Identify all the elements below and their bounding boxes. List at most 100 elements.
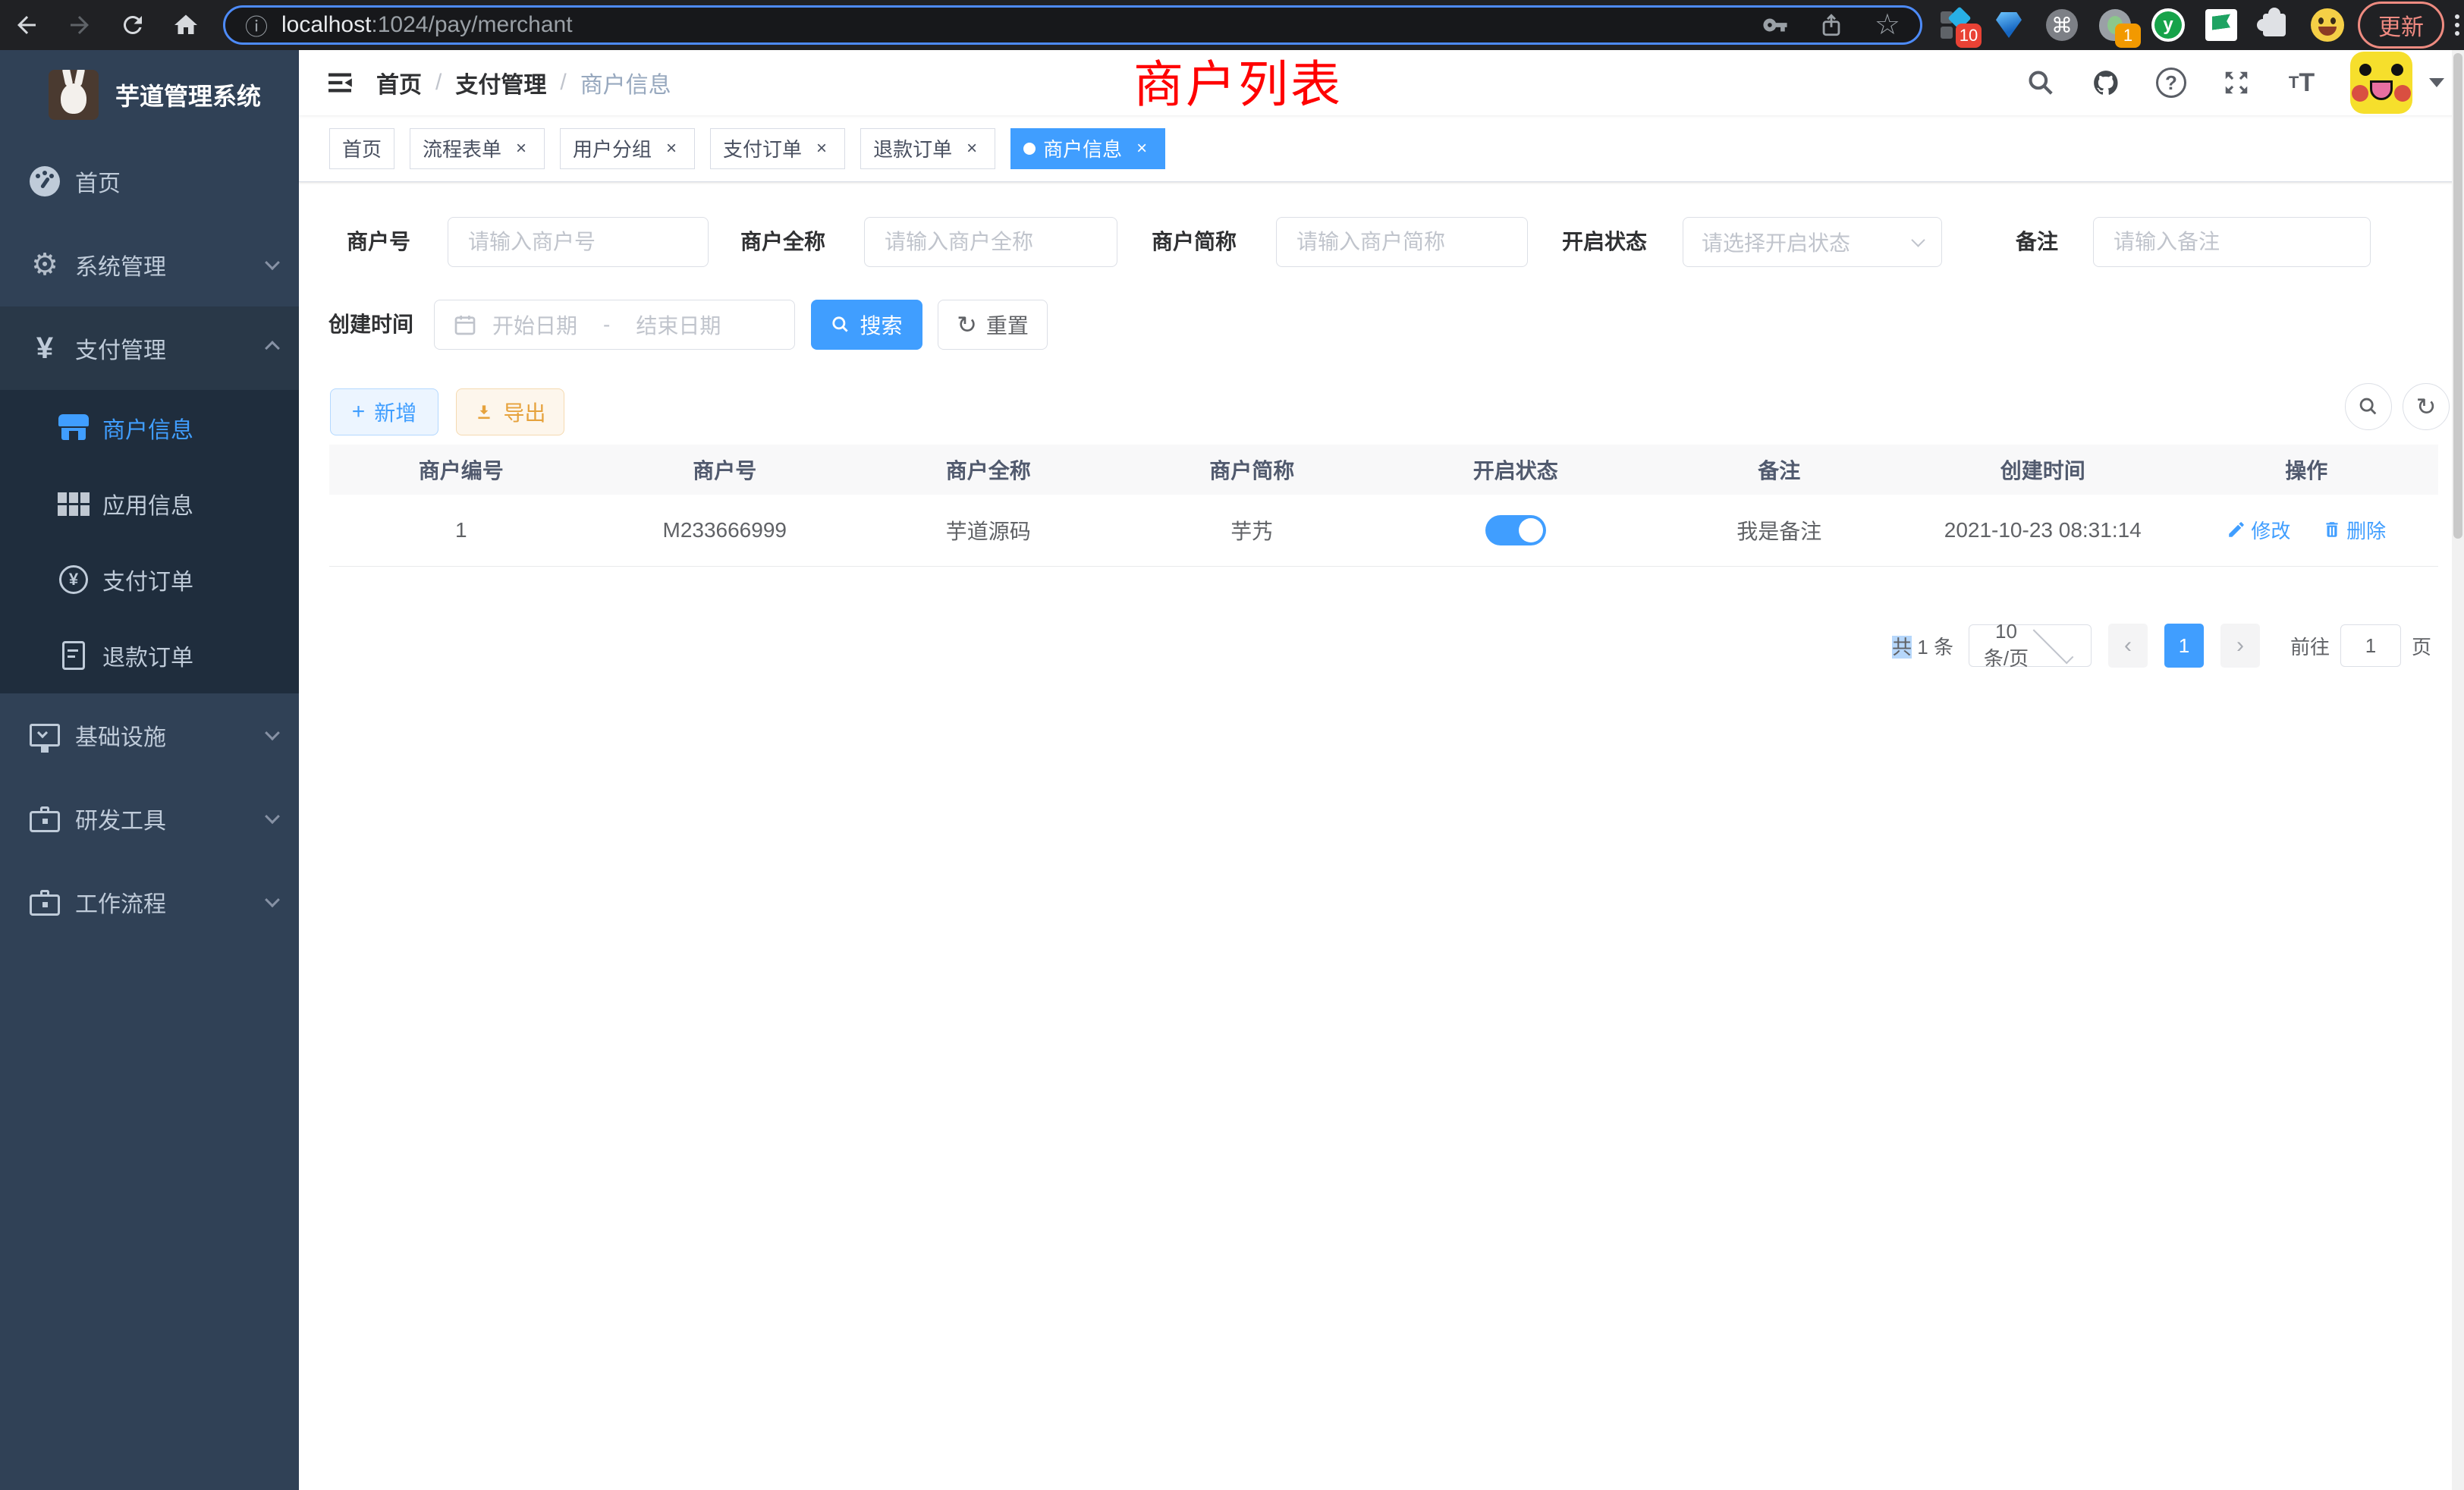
merchant-no-label: 商户号 xyxy=(314,217,410,267)
bookmark-star-icon[interactable]: ☆ xyxy=(1875,11,1900,39)
tab-refund-orders[interactable]: 退款订单 × xyxy=(860,128,995,169)
edit-link[interactable]: 修改 xyxy=(2227,516,2290,544)
short-name-input[interactable] xyxy=(1276,217,1528,267)
add-button[interactable]: + 新增 xyxy=(330,388,438,435)
browser-menu-icon[interactable] xyxy=(2455,11,2459,39)
download-icon xyxy=(474,402,494,422)
reset-button[interactable]: ↻ 重置 xyxy=(938,300,1048,350)
page-number-1[interactable]: 1 xyxy=(2164,624,2204,668)
status-select[interactable]: 请选择开启状态 xyxy=(1683,217,1942,267)
app-title: 芋道管理系统 xyxy=(115,77,261,112)
status-toggle[interactable] xyxy=(1485,515,1546,545)
search-button[interactable]: 搜索 xyxy=(811,300,922,350)
close-icon[interactable]: × xyxy=(511,138,532,159)
browser-update-button[interactable]: 更新 xyxy=(2358,2,2444,49)
sidebar-item-system[interactable]: ⚙ 系统管理 xyxy=(0,223,299,306)
sidebar-item-infrastructure[interactable]: 基础设施 xyxy=(0,693,299,777)
sidebar-item-payment-orders[interactable]: ¥ 支付订单 xyxy=(0,542,299,618)
browser-profile-avatar[interactable] xyxy=(2311,8,2344,42)
font-size-icon[interactable]: TT xyxy=(2285,66,2318,99)
password-key-icon[interactable] xyxy=(1762,12,1788,38)
col-created-at: 创建时间 xyxy=(1911,445,2175,495)
header-actions: ? TT xyxy=(2024,52,2464,114)
site-info-icon[interactable]: ⓘ xyxy=(245,8,268,42)
remark-input[interactable] xyxy=(2093,217,2371,267)
prev-page-button[interactable]: ‹ xyxy=(2108,624,2148,668)
reload-icon[interactable] xyxy=(106,11,159,39)
start-date-placeholder[interactable]: 开始日期 xyxy=(492,310,577,340)
table-header-row: 商户编号 商户号 商户全称 商户简称 开启状态 备注 创建时间 操作 xyxy=(329,445,2438,495)
col-short-name: 商户简称 xyxy=(1120,445,1384,495)
scrollbar-thumb[interactable] xyxy=(2453,53,2462,539)
toolbox-icon xyxy=(28,802,61,835)
tab-process-form[interactable]: 流程表单 × xyxy=(410,128,545,169)
github-icon[interactable] xyxy=(2089,66,2123,99)
help-icon[interactable]: ? xyxy=(2154,66,2188,99)
created-time-label: 创建时间 xyxy=(314,300,413,350)
url-text: localhost:1024/pay/merchant xyxy=(281,12,573,38)
total-count: 共 1 条 xyxy=(1892,632,1953,660)
breadcrumb-home[interactable]: 首页 xyxy=(376,66,422,99)
extensions-area: 10 ⌘ 1 y xyxy=(1939,8,2344,42)
extension-counter-icon[interactable]: 1 xyxy=(2098,8,2132,42)
show-search-button[interactable] xyxy=(2345,383,2392,430)
full-name-input[interactable] xyxy=(864,217,1117,267)
cell-remark: 我是备注 xyxy=(1648,495,1912,566)
extensions-puzzle-icon[interactable] xyxy=(2258,8,2291,42)
col-full-name: 商户全称 xyxy=(856,445,1120,495)
active-dot xyxy=(1023,143,1036,155)
close-icon[interactable]: × xyxy=(961,138,982,159)
extension-badge: 1 xyxy=(2115,24,2141,48)
sidebar-item-workflow[interactable]: 工作流程 xyxy=(0,860,299,944)
cell-status xyxy=(1384,495,1648,566)
tab-home[interactable]: 首页 xyxy=(329,128,394,169)
page-scrollbar[interactable] xyxy=(2452,50,2464,1490)
sidebar-item-dev-tools[interactable]: 研发工具 xyxy=(0,777,299,860)
address-bar[interactable]: ⓘ localhost:1024/pay/merchant ☆ xyxy=(223,5,1922,45)
merchant-no-input[interactable] xyxy=(448,217,709,267)
avatar-caret-icon[interactable] xyxy=(2429,78,2444,87)
remark-label: 备注 xyxy=(1979,217,2058,267)
extension-flag-icon[interactable] xyxy=(2205,8,2238,42)
tab-user-group[interactable]: 用户分组 × xyxy=(560,128,695,169)
sidebar-item-payment[interactable]: ¥ 支付管理 xyxy=(0,306,299,390)
extension-badge: 10 xyxy=(1956,24,1982,48)
end-date-placeholder[interactable]: 结束日期 xyxy=(636,310,721,340)
extension-notifications-icon[interactable]: 10 xyxy=(1939,8,1972,42)
extension-y-icon[interactable]: y xyxy=(2151,8,2185,42)
home-icon[interactable] xyxy=(159,11,212,39)
fullscreen-icon[interactable] xyxy=(2220,66,2253,99)
refresh-table-button[interactable]: ↻ xyxy=(2403,383,2450,430)
search-icon[interactable] xyxy=(2024,66,2057,99)
sidebar-item-refund-orders[interactable]: 退款订单 xyxy=(0,618,299,693)
tags-view: 首页 流程表单 × 用户分组 × 支付订单 × 退款订单 × 商户信息 × xyxy=(299,115,2464,182)
user-avatar[interactable] xyxy=(2350,52,2412,114)
share-icon[interactable] xyxy=(1818,12,1844,38)
forward-icon[interactable] xyxy=(53,11,106,39)
collapse-sidebar-icon[interactable] xyxy=(322,64,358,101)
close-icon[interactable]: × xyxy=(811,138,832,159)
close-icon[interactable]: × xyxy=(661,138,682,159)
gear-icon: ⚙ xyxy=(28,248,61,281)
breadcrumb-payment[interactable]: 支付管理 xyxy=(455,66,546,99)
sidebar-item-home[interactable]: 首页 xyxy=(0,140,299,223)
goto-label: 前往 xyxy=(2290,632,2330,660)
delete-link[interactable]: 删除 xyxy=(2322,516,2386,544)
sidebar-item-app-info[interactable]: 应用信息 xyxy=(0,466,299,542)
app-logo[interactable]: 芋道管理系统 xyxy=(0,50,299,140)
sidebar-item-merchant-info[interactable]: 商户信息 xyxy=(0,390,299,466)
goto-page-input[interactable] xyxy=(2340,624,2401,667)
chevron-down-icon xyxy=(1911,233,1925,247)
tab-merchant-info[interactable]: 商户信息 × xyxy=(1010,128,1165,169)
page-size-select[interactable]: 10条/页 xyxy=(1969,624,2092,667)
extension-command-icon[interactable]: ⌘ xyxy=(2045,8,2079,42)
export-button[interactable]: 导出 xyxy=(456,388,564,435)
date-range-picker[interactable]: 开始日期 - 结束日期 xyxy=(434,300,795,350)
grid-icon xyxy=(57,487,90,520)
close-icon[interactable]: × xyxy=(1131,138,1152,159)
next-page-button[interactable]: › xyxy=(2220,624,2260,668)
extension-gem-icon[interactable] xyxy=(1992,8,2026,42)
browser-toolbar: ⓘ localhost:1024/pay/merchant ☆ 10 ⌘ 1 y xyxy=(0,0,2464,50)
tab-payment-orders[interactable]: 支付订单 × xyxy=(710,128,845,169)
back-icon[interactable] xyxy=(0,11,53,39)
